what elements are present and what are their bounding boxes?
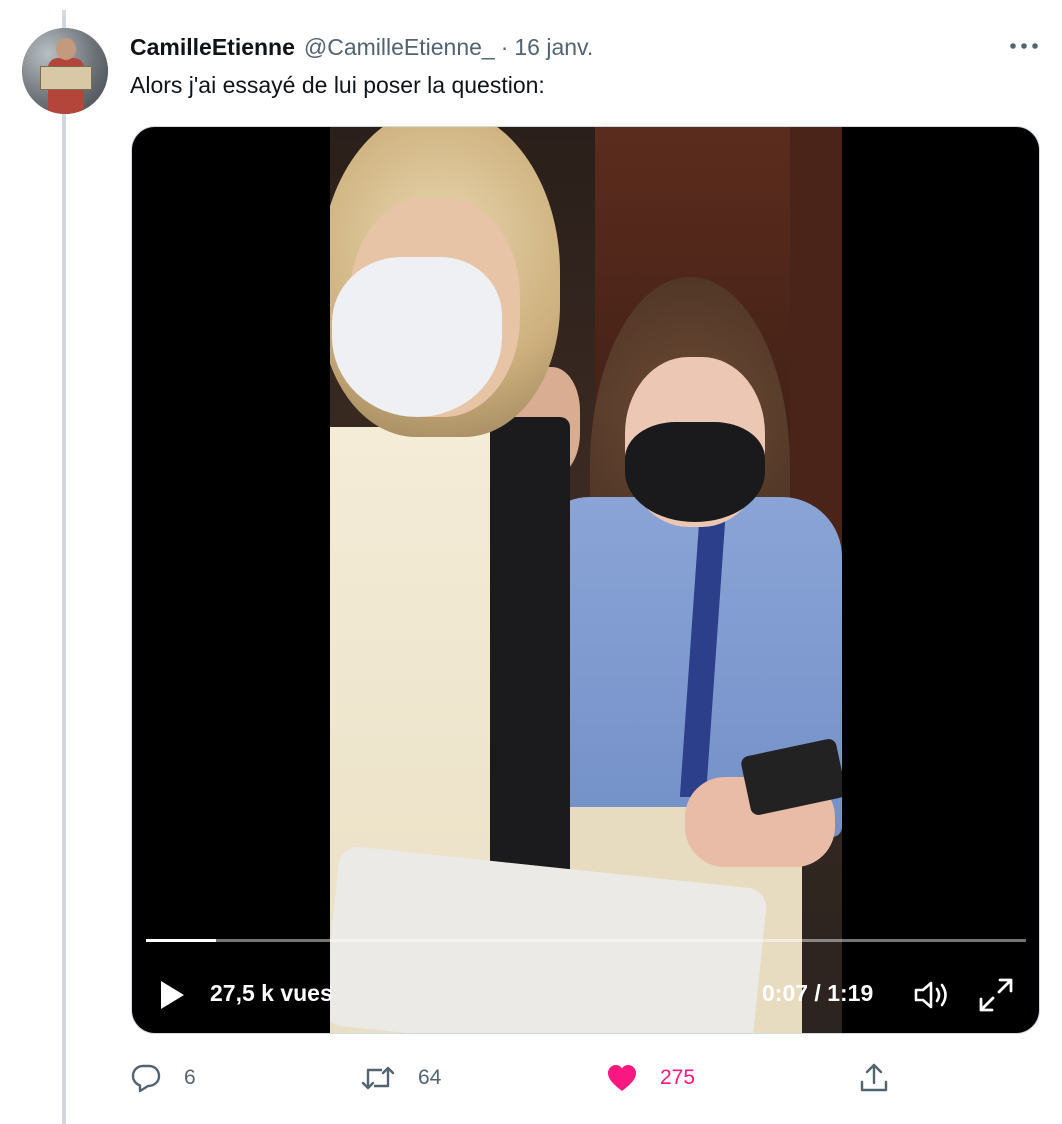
avatar[interactable] — [22, 28, 108, 114]
view-count: 27,5 k vues — [210, 980, 333, 1006]
retweet-icon — [361, 1066, 395, 1090]
video-time: 0:07 / 1:19 — [762, 980, 874, 1006]
like-button[interactable]: 275 — [606, 1056, 695, 1100]
share-icon — [860, 1063, 888, 1092]
heart-icon — [608, 1065, 636, 1091]
play-icon — [161, 981, 184, 1009]
retweet-count: 64 — [418, 1066, 442, 1089]
volume-button[interactable] — [910, 975, 954, 1015]
fullscreen-button[interactable] — [974, 975, 1018, 1015]
like-count: 275 — [660, 1066, 696, 1089]
share-button[interactable] — [858, 1056, 890, 1100]
reply-button[interactable]: 6 — [130, 1056, 196, 1100]
more-icon — [1010, 43, 1038, 49]
tweet-date[interactable]: 16 janv. — [514, 34, 593, 61]
tweet-actions: 6 64 275 — [130, 1056, 1040, 1100]
play-button[interactable] — [154, 975, 190, 1015]
separator: · — [500, 33, 509, 60]
thread-line — [62, 10, 66, 1124]
video-player[interactable]: 27,5 k vues 0:07 / 1:19 — [131, 126, 1040, 1034]
more-button[interactable] — [1004, 30, 1044, 62]
reply-icon — [131, 1064, 161, 1093]
video-progress-fill — [146, 939, 217, 942]
author-name[interactable]: CamilleEtienne — [130, 34, 295, 61]
video-frame[interactable] — [330, 127, 842, 1033]
tweet-text: Alors j'ai essayé de lui poser la questi… — [130, 72, 545, 98]
reply-count: 6 — [184, 1066, 196, 1089]
tweet-header: CamilleEtienne @CamilleEtienne_ · 16 jan… — [130, 32, 593, 62]
video-controls: 27,5 k vues 0:07 / 1:19 — [132, 967, 1039, 1027]
retweet-button[interactable]: 64 — [360, 1056, 441, 1100]
video-progress-bar[interactable] — [146, 939, 1026, 942]
fullscreen-icon — [979, 978, 1013, 1012]
author-handle[interactable]: @CamilleEtienne_ — [304, 34, 495, 61]
volume-icon — [914, 981, 947, 1009]
